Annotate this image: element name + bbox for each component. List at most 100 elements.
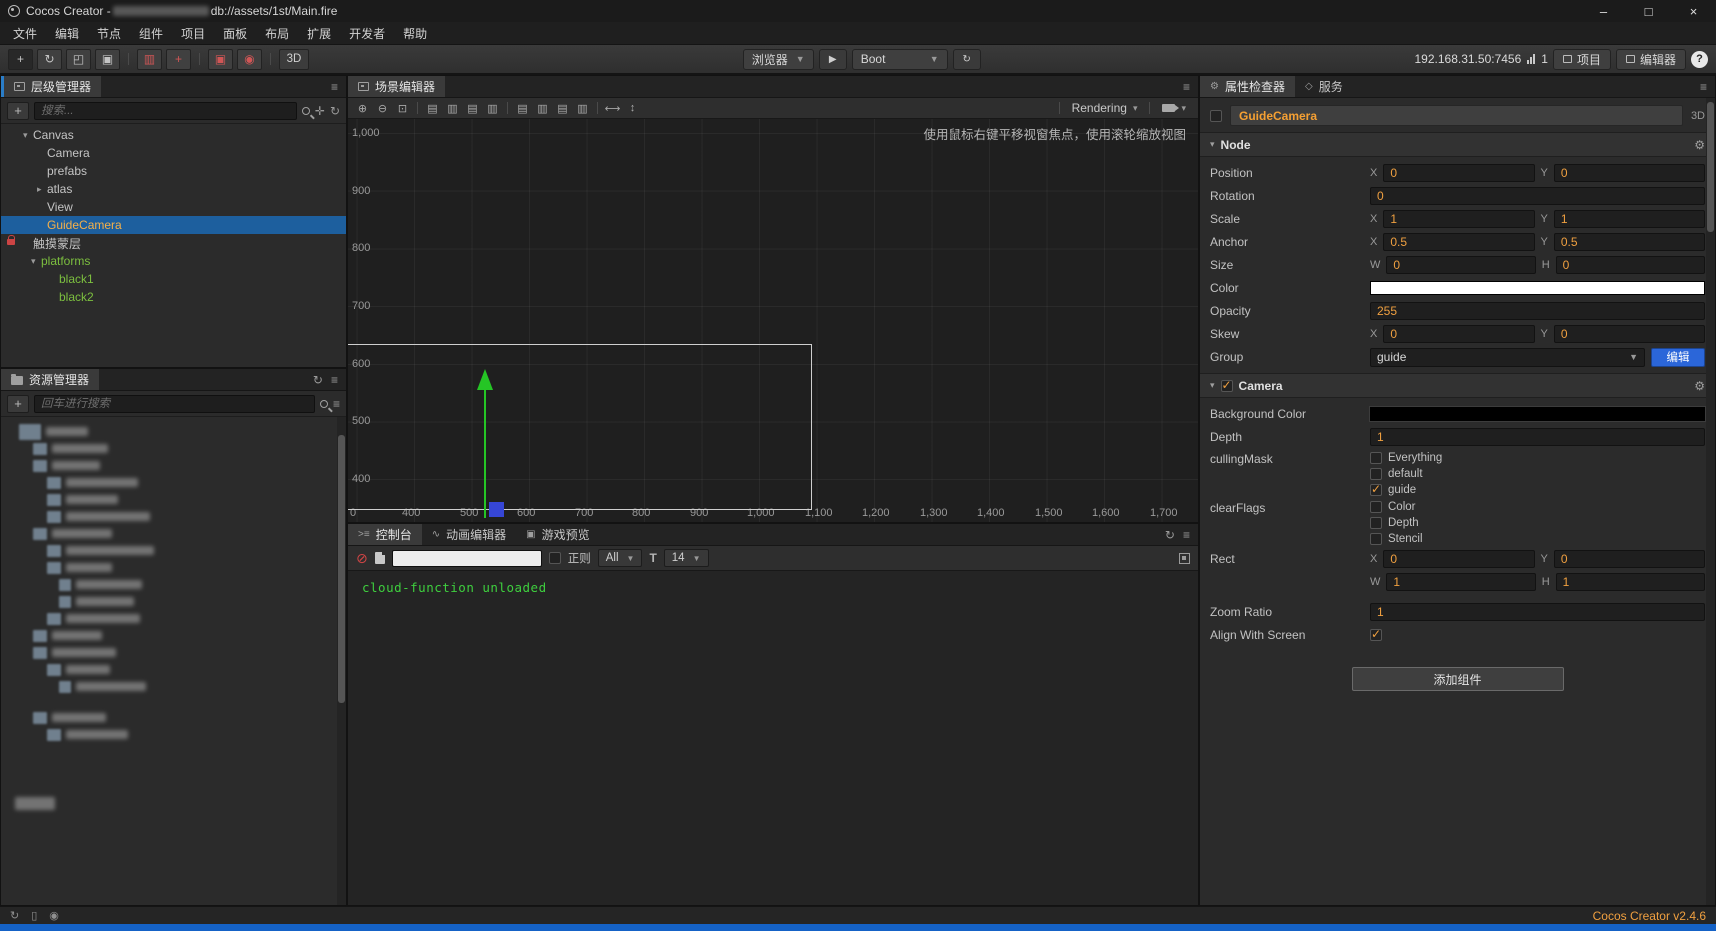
rendering-mode-dropdown[interactable]: Rendering ▾: [1066, 101, 1144, 115]
checkbox[interactable]: [1370, 532, 1382, 545]
clear-console-icon[interactable]: ⊘: [356, 550, 368, 567]
tab-inspector[interactable]: ⚙ 属性检查器: [1200, 76, 1295, 97]
node-name-input[interactable]: GuideCamera: [1230, 105, 1683, 126]
lock-icon[interactable]: [7, 235, 15, 245]
asset-thumbnail[interactable]: [59, 595, 71, 608]
rotation-input[interactable]: 0: [1370, 187, 1705, 205]
refresh-icon[interactable]: ↻: [10, 909, 19, 922]
rect-h-input[interactable]: 1: [1555, 573, 1705, 591]
tree-node-camera[interactable]: Camera: [1, 144, 346, 162]
asset-item-redacted[interactable]: [52, 444, 108, 453]
asset-item-redacted[interactable]: [76, 682, 146, 691]
zoom-reset-icon[interactable]: ⊡: [394, 100, 411, 116]
plugin-capture-button[interactable]: ◉: [237, 48, 262, 70]
menu-layout[interactable]: 布局: [256, 22, 298, 44]
search-icon[interactable]: [319, 399, 328, 408]
checkbox[interactable]: [1370, 467, 1382, 480]
search-icon[interactable]: [301, 106, 310, 115]
align-left-icon[interactable]: ▤: [424, 100, 441, 116]
eye-icon[interactable]: ◉: [49, 909, 59, 922]
asset-item-redacted[interactable]: [66, 495, 118, 504]
asset-thumbnail[interactable]: [19, 423, 41, 440]
align-center-h-icon[interactable]: ▥: [444, 100, 461, 116]
menu-panel[interactable]: 面板: [214, 22, 256, 44]
trash-icon[interactable]: ▯: [31, 909, 37, 922]
rect-tool-button[interactable]: ▣: [95, 48, 120, 70]
size-h-input[interactable]: 0: [1555, 256, 1705, 274]
close-button[interactable]: ×: [1671, 0, 1716, 22]
asset-thumbnail[interactable]: [33, 711, 47, 724]
zoom-in-icon[interactable]: ⊕: [354, 100, 371, 116]
align-right-icon[interactable]: ▤: [464, 100, 481, 116]
plugin-record-button[interactable]: ▣: [208, 48, 233, 70]
clear-flag-depth[interactable]: Depth: [1370, 515, 1705, 530]
locate-node-icon[interactable]: ✛: [315, 104, 325, 118]
asset-item-redacted[interactable]: [66, 478, 138, 487]
menu-extension[interactable]: 扩展: [298, 22, 340, 44]
plugin-chart-button[interactable]: ▥: [137, 48, 162, 70]
skew-y-input[interactable]: 0: [1553, 325, 1705, 343]
launch-scene-dropdown[interactable]: Boot ▼: [851, 48, 948, 70]
selected-node-handle[interactable]: [489, 502, 504, 517]
hierarchy-search-input[interactable]: [34, 101, 297, 120]
menu-component[interactable]: 组件: [130, 22, 172, 44]
gizmo-y-axis-arrow[interactable]: [484, 389, 486, 518]
background-color-swatch[interactable]: [1370, 407, 1705, 421]
culling-option-guide[interactable]: guide: [1370, 482, 1705, 497]
tab-console[interactable]: >≡ 控制台: [348, 524, 422, 545]
tree-node-black2[interactable]: black2: [1, 288, 346, 306]
size-w-input[interactable]: 0: [1386, 256, 1536, 274]
zoom-ratio-input[interactable]: 1: [1370, 603, 1705, 621]
asset-item-redacted[interactable]: [76, 580, 142, 589]
panel-menu-icon[interactable]: ≡: [331, 80, 338, 94]
asset-thumbnail[interactable]: [47, 544, 61, 557]
asset-thumbnail[interactable]: [47, 493, 61, 506]
tree-node-black1[interactable]: black1: [1, 270, 346, 288]
asset-item-redacted[interactable]: [66, 546, 154, 555]
tab-animation-editor[interactable]: ∿ 动画编辑器: [421, 524, 517, 545]
refresh-console-icon[interactable]: ↻: [1165, 528, 1175, 542]
scrollbar-thumb[interactable]: [1707, 102, 1714, 232]
tab-game-preview[interactable]: ▣ 游戏预览: [516, 524, 600, 545]
expand-h-icon[interactable]: ⟷: [604, 100, 621, 116]
align-middle-icon[interactable]: ▤: [514, 100, 531, 116]
distribute-v-icon[interactable]: ▥: [574, 100, 591, 116]
group-dropdown[interactable]: guide ▼: [1370, 347, 1645, 367]
scene-canvas[interactable]: 使用鼠标右键平移视窗焦点，使用滚轮缩放视图 1,000 900 800 700 …: [348, 119, 1198, 522]
panel-menu-icon[interactable]: ≡: [1183, 528, 1190, 542]
menu-project[interactable]: 项目: [172, 22, 214, 44]
create-node-button[interactable]: +: [7, 101, 29, 120]
asset-item-redacted[interactable]: [76, 597, 134, 606]
tab-services[interactable]: ◇ 服务: [1294, 76, 1353, 97]
align-top-icon[interactable]: ▥: [484, 100, 501, 116]
menu-help[interactable]: 帮助: [394, 22, 436, 44]
asset-thumbnail[interactable]: [33, 459, 47, 472]
align-bottom-icon[interactable]: ▥: [534, 100, 551, 116]
gear-icon[interactable]: ⚙: [1694, 138, 1705, 152]
preview-target-dropdown[interactable]: 浏览器 ▼: [742, 48, 814, 70]
scrollbar-thumb[interactable]: [338, 435, 345, 703]
scale-y-input[interactable]: 1: [1553, 210, 1705, 228]
asset-thumbnail[interactable]: [33, 442, 47, 455]
sort-icon[interactable]: ≡: [333, 397, 340, 411]
tree-node-view[interactable]: View: [1, 198, 346, 216]
regex-checkbox[interactable]: [548, 552, 561, 564]
culling-option-default[interactable]: default: [1370, 466, 1705, 481]
checkbox[interactable]: [1370, 482, 1382, 496]
camera-section-header[interactable]: ▾ Camera ⚙: [1200, 373, 1715, 398]
depth-input[interactable]: 1: [1370, 428, 1705, 446]
asset-thumbnail[interactable]: [33, 629, 47, 642]
create-asset-button[interactable]: +: [7, 394, 29, 413]
tab-hierarchy[interactable]: 层级管理器: [1, 76, 102, 97]
asset-item-redacted[interactable]: [66, 665, 110, 674]
maximize-button[interactable]: □: [1626, 0, 1671, 22]
refresh-tree-icon[interactable]: ↻: [330, 104, 340, 118]
checkbox[interactable]: [1370, 500, 1382, 513]
chevron-down-icon[interactable]: ▾: [1210, 139, 1215, 150]
assets-search-input[interactable]: [34, 394, 315, 413]
help-button[interactable]: ?: [1691, 50, 1708, 68]
font-size-dropdown[interactable]: 14 ▼: [663, 549, 709, 567]
clear-flag-color[interactable]: Color: [1370, 499, 1705, 514]
tab-scene-editor[interactable]: 场景编辑器: [348, 76, 446, 97]
log-level-dropdown[interactable]: All ▼: [597, 549, 643, 567]
